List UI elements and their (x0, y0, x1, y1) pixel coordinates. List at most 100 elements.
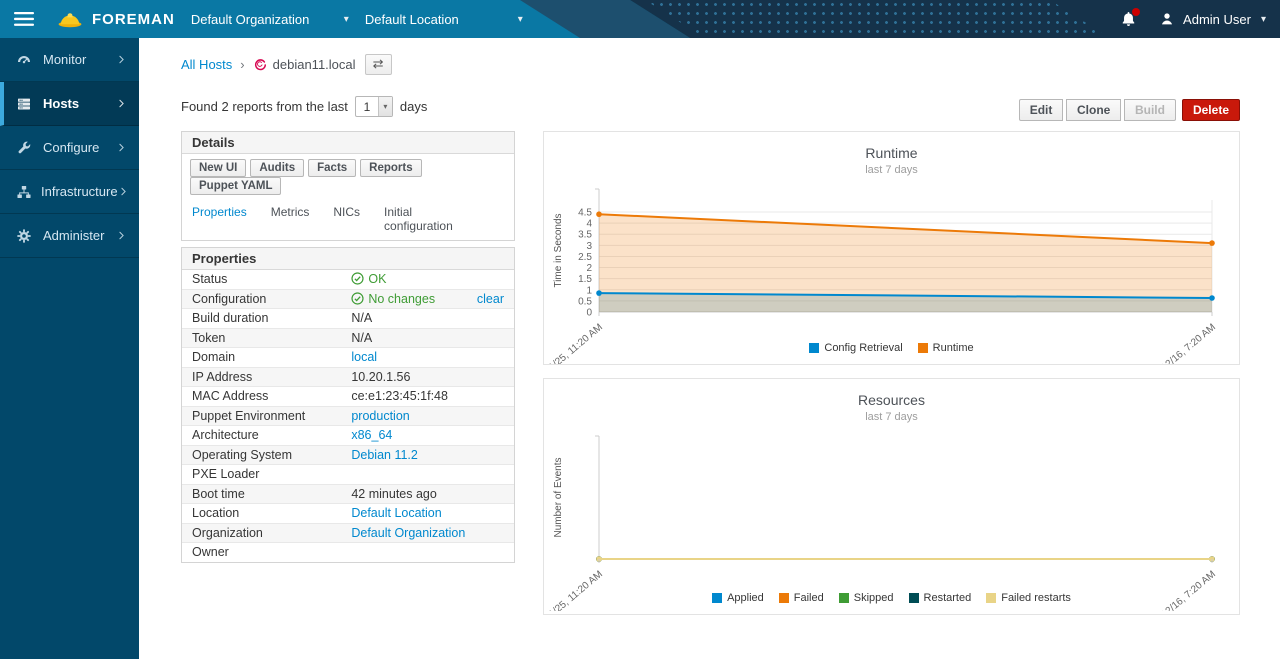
sidebar-item-administer[interactable]: Administer (0, 214, 139, 258)
legend-item-failed[interactable]: Failed (779, 592, 824, 604)
details-button-new-ui[interactable]: New UI (190, 159, 246, 177)
property-label: MAC Address (182, 387, 341, 407)
legend-label: Failed (794, 592, 824, 604)
chevron-right-icon (116, 54, 127, 65)
resources-chart-legend: Applied Failed Skipped Restarted Failed rest… (544, 592, 1239, 604)
property-value: local (341, 348, 514, 368)
sidebar-item-configure[interactable]: Configure (0, 126, 139, 170)
brand-name: FOREMAN (92, 11, 175, 28)
reports-bar: Found 2 reports from the last 1 ▾ days (181, 95, 427, 118)
caret-down-icon: ▾ (344, 14, 349, 25)
notifications-button[interactable] (1120, 10, 1137, 28)
sidebar-nav: Monitor Hosts Configure Infrastructure Admin… (0, 38, 139, 258)
property-value: N/A (341, 309, 514, 329)
svg-text:1.5: 1.5 (578, 274, 592, 285)
location-switcher[interactable]: Default Location ▾ (365, 12, 523, 27)
legend-item-applied[interactable]: Applied (712, 592, 764, 604)
delete-button[interactable]: Delete (1182, 99, 1240, 121)
legend-item-failed-restarts[interactable]: Failed restarts (986, 592, 1071, 604)
svg-text:2.5: 2.5 (578, 252, 592, 263)
details-button-puppet-yaml[interactable]: Puppet YAML (190, 177, 281, 195)
legend-label: Config Retrieval (824, 342, 902, 354)
details-button-facts[interactable]: Facts (308, 159, 356, 177)
sidebar-item-label: Administer (43, 228, 116, 243)
property-link[interactable]: local (351, 350, 377, 364)
org-switcher[interactable]: Default Organization ▾ (191, 12, 349, 27)
property-value: Default Location (341, 504, 514, 524)
clear-link[interactable]: clear (477, 292, 504, 307)
svg-text:1: 1 (586, 285, 592, 296)
legend-item-skipped[interactable]: Skipped (839, 592, 894, 604)
caret-down-icon: ▾ (1261, 14, 1266, 25)
property-row-architecture: Architecturex86_64 (182, 426, 514, 446)
caret-down-icon: ▾ (378, 97, 392, 116)
sidebar-item-label: Hosts (43, 96, 116, 111)
property-link[interactable]: Default Location (351, 506, 441, 520)
svg-text:0: 0 (586, 308, 592, 319)
breadcrumb-current-host: debian11.local (273, 57, 356, 72)
svg-text:Number of Events: Number of Events (553, 457, 564, 537)
property-label: Organization (182, 523, 341, 543)
sidebar-item-hosts[interactable]: Hosts (0, 82, 139, 126)
property-label: Boot time (182, 484, 341, 504)
tab-nics[interactable]: NICs (333, 205, 360, 233)
property-link[interactable]: Debian 11.2 (351, 448, 418, 462)
resources-chart-card: Resources last 7 days 11/25, 11:20 AM12/… (543, 378, 1240, 615)
property-row-token: TokenN/A (182, 328, 514, 348)
sidebar-item-infrastructure[interactable]: Infrastructure (0, 170, 139, 214)
property-link[interactable]: production (351, 409, 409, 423)
runtime-chart-legend: Config Retrieval Runtime (544, 342, 1239, 354)
property-link[interactable]: Default Organization (351, 526, 465, 540)
tab-properties[interactable]: Properties (192, 205, 247, 233)
host-switcher-button[interactable]: ⇄ (365, 54, 392, 75)
legend-item-runtime[interactable]: Runtime (918, 342, 974, 354)
navbar-left: FOREMAN Default Organization ▾ Default L… (0, 0, 523, 38)
hamburger-icon (14, 11, 34, 27)
tab-initial-configuration[interactable]: Initial configuration (384, 205, 480, 233)
legend-swatch (918, 343, 928, 353)
property-value (341, 465, 514, 485)
details-button-audits[interactable]: Audits (250, 159, 304, 177)
user-name: Admin User (1183, 12, 1251, 27)
edit-button[interactable]: Edit (1019, 99, 1064, 121)
menu-toggle-button[interactable] (0, 11, 44, 27)
property-label: Location (182, 504, 341, 524)
resources-chart-title: Resources (544, 379, 1239, 408)
report-days-select[interactable]: 1 ▾ (355, 96, 393, 117)
svg-text:0.5: 0.5 (578, 296, 592, 307)
chevron-right-icon (116, 98, 127, 109)
chevron-right-icon (116, 142, 127, 153)
legend-item-restarted[interactable]: Restarted (909, 592, 972, 604)
property-row-status: StatusOK (182, 270, 514, 289)
property-label: Puppet Environment (182, 406, 341, 426)
property-link[interactable]: x86_64 (351, 428, 392, 442)
navbar-right: Admin User ▾ (1120, 0, 1266, 38)
legend-item-config-retrieval[interactable]: Config Retrieval (809, 342, 902, 354)
brand[interactable]: FOREMAN (56, 8, 175, 30)
sidebar-item-monitor[interactable]: Monitor (0, 38, 139, 82)
sidebar-item-label: Configure (43, 140, 116, 155)
property-text: N/A (351, 311, 372, 325)
property-row-configuration: ConfigurationNo changesclear (182, 289, 514, 309)
property-value: N/A (341, 328, 514, 348)
property-row-operating-system: Operating SystemDebian 11.2 (182, 445, 514, 465)
user-menu[interactable]: Admin User ▾ (1159, 11, 1266, 27)
chevron-right-icon (118, 186, 129, 197)
user-icon (1159, 11, 1175, 27)
details-card-title: Details (182, 132, 514, 154)
reports-text-prefix: Found 2 reports from the last (181, 99, 348, 114)
details-button-reports[interactable]: Reports (360, 159, 421, 177)
caret-down-icon: ▾ (518, 14, 523, 25)
clone-button[interactable]: Clone (1066, 99, 1121, 121)
property-value: 10.20.1.56 (341, 367, 514, 387)
details-tabs: Properties Metrics NICs Initial configurati… (182, 199, 514, 240)
tab-metrics[interactable]: Metrics (271, 205, 310, 233)
breadcrumb-all-hosts-link[interactable]: All Hosts (181, 57, 232, 72)
legend-label: Failed restarts (1001, 592, 1071, 604)
exchange-icon: ⇄ (373, 56, 384, 71)
legend-label: Runtime (933, 342, 974, 354)
details-card: Details New UIAuditsFactsReports Puppet Y… (181, 131, 515, 241)
legend-label: Restarted (924, 592, 972, 604)
property-row-mac-address: MAC Addressce:e1:23:45:1f:48 (182, 387, 514, 407)
legend-swatch (809, 343, 819, 353)
